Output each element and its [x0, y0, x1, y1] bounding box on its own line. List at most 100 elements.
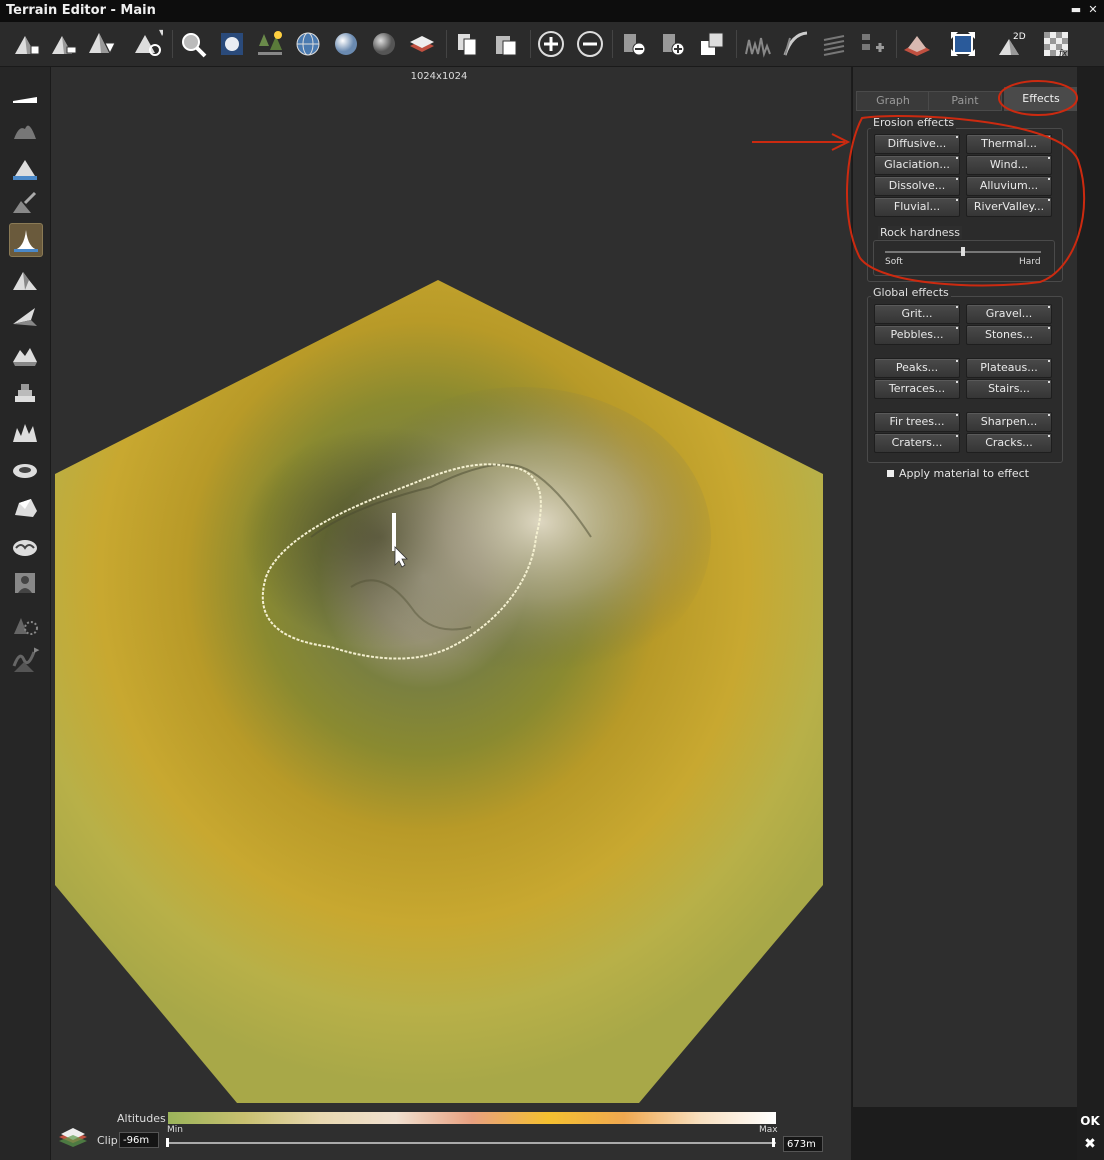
- sphere-icon[interactable]: [330, 28, 362, 60]
- material-layer-icon[interactable]: [406, 28, 438, 60]
- ok-button[interactable]: OK: [1078, 1110, 1102, 1132]
- wind-button[interactable]: Wind...: [966, 155, 1052, 175]
- brush-cursor: [392, 513, 396, 551]
- terrain-add-icon[interactable]: [11, 28, 43, 60]
- cracks-button[interactable]: Cracks...: [966, 433, 1052, 453]
- rivervalley-button[interactable]: RiverValley...: [966, 197, 1052, 217]
- raise-tool-icon[interactable]: [9, 152, 41, 184]
- svg-text:ƒx: ƒx: [1057, 49, 1068, 58]
- paste-icon[interactable]: [490, 28, 522, 60]
- craters-button[interactable]: Craters...: [874, 433, 960, 453]
- smooth-tool-icon[interactable]: [9, 113, 41, 145]
- svg-text:▼: ▼: [159, 29, 163, 37]
- title-bar: Terrain Editor - Main ▬ ✕: [0, 0, 1104, 23]
- cancel-button[interactable]: ✖: [1078, 1133, 1102, 1155]
- add-node-icon[interactable]: [856, 28, 888, 60]
- rock-hardness-title: Rock hardness: [878, 226, 963, 239]
- sharpen-button[interactable]: Sharpen...: [966, 412, 1052, 432]
- tool-sidebar: ▶: [0, 67, 51, 1160]
- alluvium-button[interactable]: Alluvium...: [966, 176, 1052, 196]
- hills-tool-icon[interactable]: [9, 338, 41, 370]
- grit-button[interactable]: Grit...: [874, 304, 960, 324]
- erosion-brush-tool-icon[interactable]: ▶: [9, 644, 41, 676]
- diffusive-button[interactable]: Diffusive...: [874, 134, 960, 154]
- dune-tool-icon[interactable]: [9, 530, 41, 562]
- terrain-settings-icon[interactable]: ▼: [132, 28, 164, 60]
- terrain-download-icon[interactable]: [86, 28, 118, 60]
- peaks-button[interactable]: Peaks...: [874, 358, 960, 378]
- gravel-button[interactable]: Gravel...: [966, 304, 1052, 324]
- altitude-bar: Altitudes Clip -96m Min Max 673m: [51, 1107, 851, 1160]
- global-effects-title: Global effects: [871, 286, 951, 299]
- view-2d-icon[interactable]: 2D: [996, 28, 1028, 60]
- globe-wire-icon[interactable]: [292, 28, 324, 60]
- resize-icon[interactable]: [696, 28, 728, 60]
- boulder-tool-icon[interactable]: [9, 491, 41, 523]
- effects-panel: Graph Paint Effects Erosion effects Diff…: [852, 67, 1078, 1107]
- plateaus-button[interactable]: Plateaus...: [966, 358, 1052, 378]
- clip-max-handle[interactable]: [772, 1138, 775, 1147]
- peak-tool-icon[interactable]: [9, 223, 43, 257]
- main-toolbar: ▼ 2D ƒx: [0, 22, 1104, 67]
- tab-paint[interactable]: Paint: [928, 91, 1002, 111]
- layer-minus-icon[interactable]: [618, 28, 650, 60]
- plants-icon[interactable]: [254, 28, 286, 60]
- paint-terrain-icon[interactable]: [901, 28, 933, 60]
- sky-glow-icon[interactable]: [216, 28, 248, 60]
- portrait-tool-icon[interactable]: [9, 567, 41, 599]
- layer-plus-icon[interactable]: [657, 28, 689, 60]
- close-window-button[interactable]: ✕: [1086, 3, 1100, 17]
- clip-max-input[interactable]: 673m: [783, 1136, 823, 1152]
- zoom-in-icon[interactable]: [535, 28, 567, 60]
- terrain-render[interactable]: [51, 67, 851, 1107]
- thermal-button[interactable]: Thermal...: [966, 134, 1052, 154]
- clip-min-input[interactable]: -96m: [119, 1132, 159, 1148]
- clip-min-handle[interactable]: [166, 1138, 169, 1147]
- curve-icon[interactable]: [780, 28, 812, 60]
- clip-range-track[interactable]: [168, 1142, 776, 1144]
- terrain-remove-icon[interactable]: [48, 28, 80, 60]
- apply-material-checkbox[interactable]: [887, 470, 894, 477]
- terrace-tool-icon[interactable]: [9, 376, 41, 408]
- checker-fx-icon[interactable]: ƒx: [1040, 28, 1072, 60]
- terrain-viewport[interactable]: 1024x1024: [51, 67, 851, 1107]
- mountain-tool-icon[interactable]: [9, 264, 41, 296]
- tab-effects[interactable]: Effects: [1004, 87, 1078, 111]
- svg-text:▶: ▶: [34, 646, 40, 654]
- rock-sphere-icon[interactable]: [368, 28, 400, 60]
- hard-label: Hard: [1019, 257, 1041, 267]
- terraces-button[interactable]: Terraces...: [874, 379, 960, 399]
- minimize-button[interactable]: ▬: [1069, 3, 1083, 17]
- flatten-tool-icon[interactable]: [9, 81, 41, 113]
- crater-tool-icon[interactable]: [9, 453, 41, 485]
- window-title: Terrain Editor - Main: [6, 3, 156, 18]
- splat-tool-icon[interactable]: [9, 608, 41, 640]
- altitude-gradient[interactable]: [168, 1112, 776, 1124]
- material-layer-small-icon: [57, 1123, 89, 1150]
- clip-label: Clip: [97, 1134, 118, 1147]
- view-2d-label: 2D: [1013, 32, 1026, 42]
- pebbles-button[interactable]: Pebbles...: [874, 325, 960, 345]
- min-label: Min: [167, 1125, 183, 1135]
- paint-brush-tool-icon[interactable]: [9, 187, 41, 219]
- max-label: Max: [759, 1125, 778, 1135]
- stones-button[interactable]: Stones...: [966, 325, 1052, 345]
- panel-tabs: Graph Paint Effects: [856, 87, 1078, 111]
- rocky-tool-icon[interactable]: [9, 416, 41, 448]
- dialog-side-column: [1077, 67, 1104, 1160]
- filter-icon[interactable]: [818, 28, 850, 60]
- fir-trees-button[interactable]: Fir trees...: [874, 412, 960, 432]
- fluvial-button[interactable]: Fluvial...: [874, 197, 960, 217]
- apply-material-label: Apply material to effect: [899, 467, 1029, 480]
- histogram-icon[interactable]: [742, 28, 774, 60]
- fit-view-icon[interactable]: [947, 28, 979, 60]
- zoom-search-icon[interactable]: [177, 28, 209, 60]
- ridge-tool-icon[interactable]: [9, 300, 41, 332]
- copy-icon[interactable]: [451, 28, 483, 60]
- zoom-out-icon[interactable]: [574, 28, 606, 60]
- stairs-button[interactable]: Stairs...: [966, 379, 1052, 399]
- glaciation-button[interactable]: Glaciation...: [874, 155, 960, 175]
- tab-graph[interactable]: Graph: [856, 91, 930, 111]
- dissolve-button[interactable]: Dissolve...: [874, 176, 960, 196]
- rock-hardness-thumb[interactable]: [961, 247, 965, 256]
